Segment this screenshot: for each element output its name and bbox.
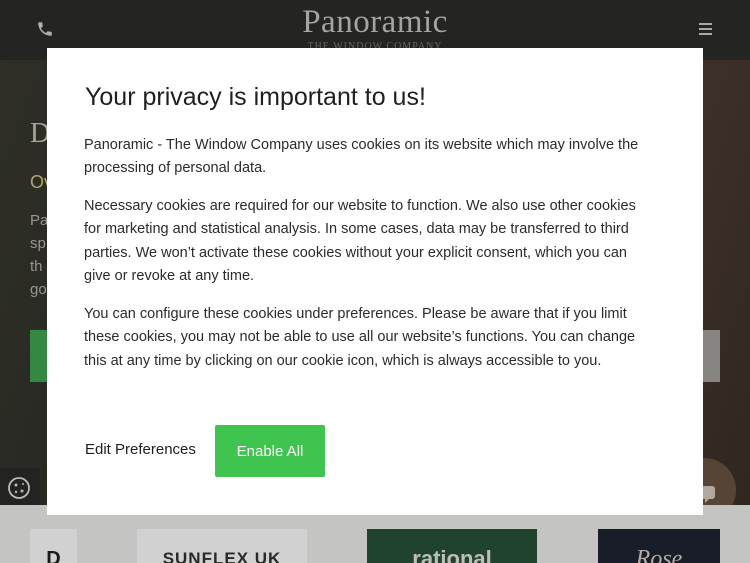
privacy-paragraph-configure: You can configure these cookies under pr… bbox=[84, 306, 636, 369]
modal-title: Your privacy is important to us! bbox=[85, 83, 426, 111]
enable-all-button[interactable]: Enable All bbox=[215, 425, 325, 477]
privacy-paragraph-intro: Panoramic - The Window Company uses cook… bbox=[84, 137, 639, 177]
privacy-paragraph-necessary: Necessary cookies are required for our w… bbox=[84, 198, 636, 285]
privacy-modal: Your privacy is important to us! Panoram… bbox=[47, 48, 703, 515]
edit-preferences-link[interactable]: Edit Preferences bbox=[85, 441, 196, 458]
